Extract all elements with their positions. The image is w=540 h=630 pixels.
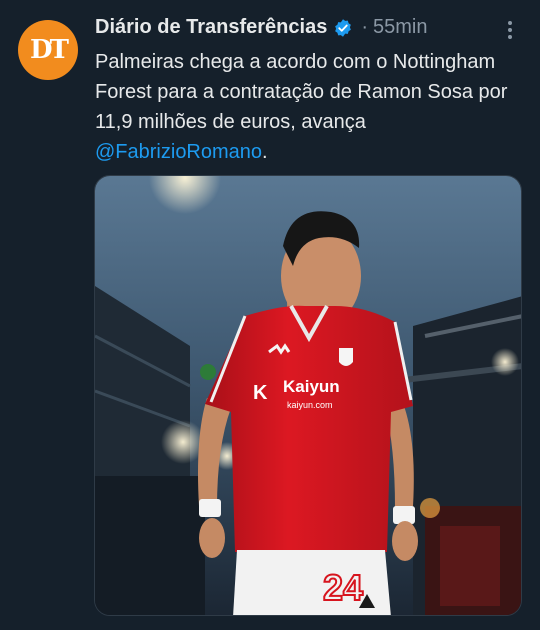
player-photo: K Kaiyun kaiyun.com 24: [95, 176, 521, 615]
verified-badge-icon[interactable]: [333, 18, 353, 38]
tweet-card[interactable]: DT Diário de Transferências · 55min Palm…: [0, 0, 540, 630]
shirt-sponsor-sub: kaiyun.com: [287, 400, 333, 410]
separator-dot: ·: [361, 16, 368, 38]
tweet-text: Palmeiras chega a acordo com o Nottingha…: [95, 47, 525, 167]
author-name[interactable]: Diário de Transferências: [95, 16, 327, 39]
tweet-image[interactable]: K Kaiyun kaiyun.com 24: [94, 175, 522, 616]
shirt-sponsor: Kaiyun: [283, 377, 340, 396]
tweet-header: Diário de Transferências · 55min: [95, 16, 427, 39]
more-options-icon[interactable]: [500, 18, 520, 42]
mention-link[interactable]: @FabrizioRomano: [95, 141, 262, 163]
avatar[interactable]: DT: [18, 20, 78, 80]
svg-text:K: K: [253, 382, 268, 404]
tweet-text-body: Palmeiras chega a acordo com o Nottingha…: [95, 51, 508, 133]
post-time[interactable]: 55min: [373, 16, 427, 39]
tweet-text-end: .: [262, 141, 268, 163]
shorts-number: 24: [323, 567, 363, 608]
avatar-initials: DT: [30, 35, 69, 65]
